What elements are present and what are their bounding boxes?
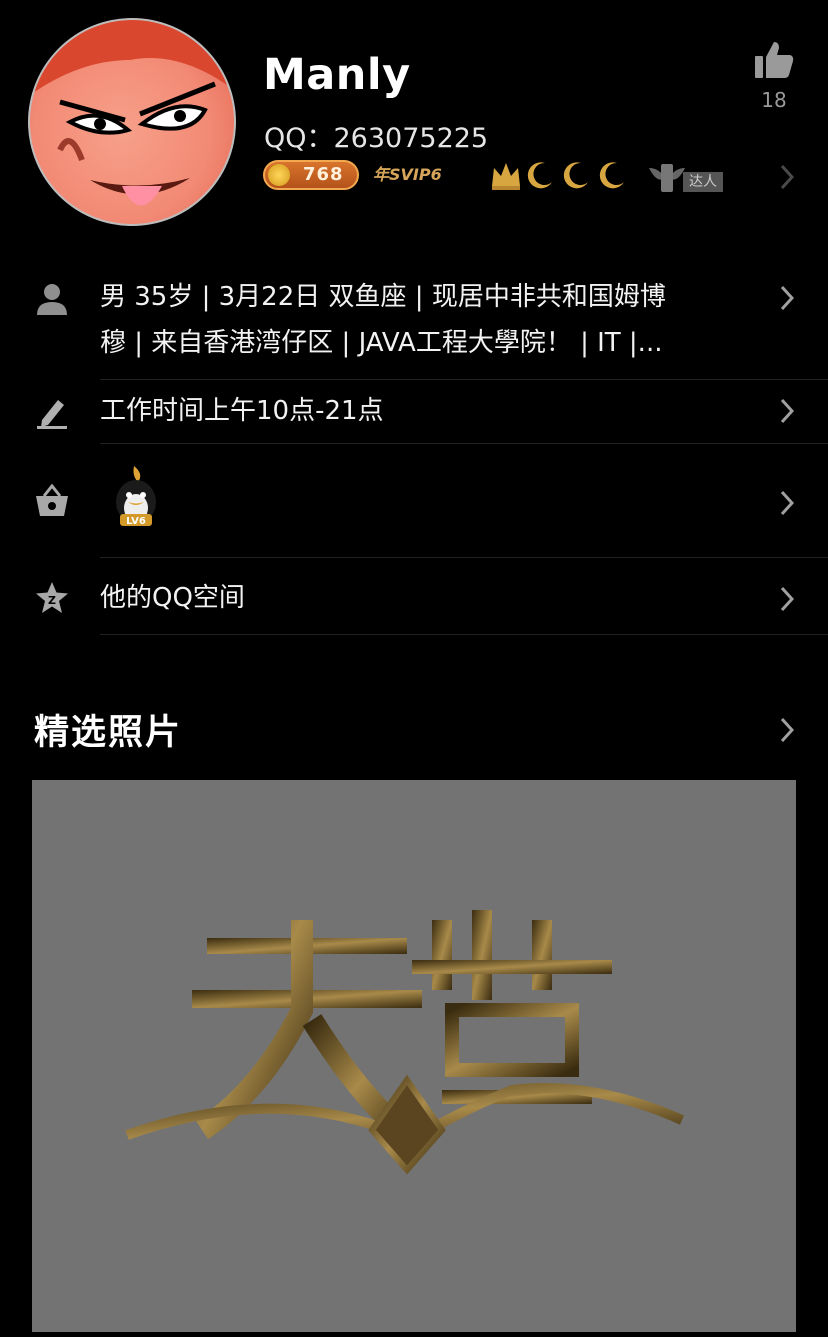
- featured-photo[interactable]: [32, 780, 796, 1332]
- profile-page: Manly QQ：263075225 768 年SVIP6 达人 18 男 35…: [0, 0, 828, 1337]
- details-line-1: 男 35岁 | 3月22日 双鱼座 | 现居中非共和国姆博: [100, 282, 666, 312]
- avatar[interactable]: [28, 18, 236, 226]
- chevron-right-icon[interactable]: [780, 398, 794, 424]
- level-badge: 768: [263, 160, 359, 190]
- divider: [100, 557, 828, 558]
- like-count: 18: [761, 88, 787, 112]
- level-badge-value: 768: [303, 164, 344, 185]
- photo-image: [125, 910, 685, 1175]
- qzone-link[interactable]: 他的QQ空间: [100, 575, 750, 621]
- chevron-right-icon[interactable]: [780, 586, 794, 612]
- profile-name: Manly: [263, 50, 411, 100]
- daren-label: 达人: [683, 172, 723, 192]
- qzone-star-icon: Z: [36, 582, 68, 613]
- svip-badge: 年SVIP6: [373, 165, 442, 184]
- chevron-right-icon[interactable]: [780, 285, 794, 311]
- moon-level-icons: [525, 160, 635, 192]
- chevron-right-icon[interactable]: [780, 164, 794, 190]
- avatar-image: [30, 20, 234, 224]
- edit-icon: [37, 400, 67, 429]
- chevron-right-icon[interactable]: [780, 717, 794, 743]
- moon-icon: [599, 162, 624, 189]
- moon-icon: [563, 162, 588, 189]
- svg-text:LV6: LV6: [126, 516, 146, 527]
- details-line-2: 穆 | 来自香港湾仔区 | JAVA工程大學院！ | IT |...: [100, 328, 663, 358]
- qq-number: QQ：263075225: [264, 123, 489, 154]
- divider: [100, 379, 828, 380]
- moon-icon: [527, 162, 552, 189]
- like-button[interactable]: 18: [752, 40, 796, 112]
- bag-icon: [36, 484, 68, 516]
- svg-text:Z: Z: [48, 594, 56, 607]
- featured-photos-title: 精选照片: [34, 713, 183, 753]
- divider: [100, 443, 828, 444]
- signature-text[interactable]: 工作时间上午10点-21点: [100, 388, 750, 434]
- user-icon: [37, 284, 67, 315]
- profile-details[interactable]: 男 35岁 | 3月22日 双鱼座 | 现居中非共和国姆博 穆 | 来自香港湾仔…: [100, 274, 750, 366]
- chevron-right-icon[interactable]: [780, 490, 794, 516]
- wing-icon: [649, 164, 685, 192]
- like-icon: [755, 42, 794, 78]
- crown-icon: [492, 163, 520, 190]
- qq-level-penguin-icon: LV6: [108, 466, 164, 530]
- coin-icon: [268, 164, 290, 186]
- daren-badge: 达人: [647, 158, 739, 196]
- divider: [100, 634, 828, 635]
